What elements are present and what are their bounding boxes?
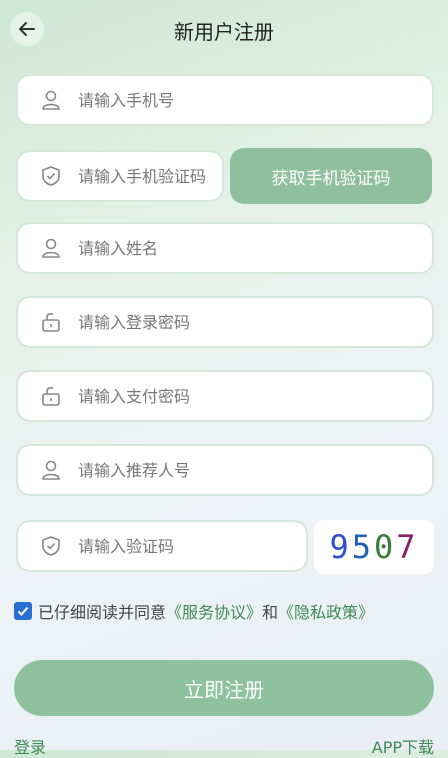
agreement-checkbox[interactable] — [14, 602, 32, 620]
login-password-input[interactable] — [76, 311, 432, 333]
captcha-image[interactable]: 9507 — [314, 520, 434, 574]
sms-code-input[interactable] — [76, 165, 222, 187]
referrer-input[interactable] — [76, 459, 432, 481]
name-input[interactable] — [76, 237, 432, 259]
get-sms-code-button[interactable]: 获取手机验证码 — [230, 148, 432, 204]
captcha-char: 0 — [374, 528, 397, 566]
lock-icon — [40, 384, 62, 408]
name-field[interactable] — [16, 222, 434, 274]
lock-icon — [40, 310, 62, 334]
app-download-link[interactable]: APP下载 — [372, 734, 434, 758]
captcha-char: 7 — [396, 528, 419, 566]
user-icon — [40, 458, 62, 482]
agreement-and: 和 — [262, 603, 279, 622]
pay-password-field[interactable] — [16, 370, 434, 422]
pay-password-input[interactable] — [76, 385, 432, 407]
agreement-row: 已仔细阅读并同意 《服务协议》 和 《隐私政策》 — [14, 598, 374, 624]
login-password-field[interactable] — [16, 296, 434, 348]
phone-field[interactable] — [16, 74, 434, 126]
referrer-field[interactable] — [16, 444, 434, 496]
user-icon — [40, 236, 62, 260]
shield-check-icon — [40, 534, 62, 558]
agreement-text: 已仔细阅读并同意 — [38, 603, 167, 622]
checkmark-icon — [17, 606, 29, 616]
captcha-char: 9 — [329, 528, 352, 566]
shield-check-icon — [40, 164, 62, 188]
user-icon — [40, 88, 62, 112]
captcha-char: 5 — [351, 528, 374, 566]
register-button[interactable]: 立即注册 — [14, 660, 434, 716]
page-title: 新用户注册 — [174, 20, 274, 44]
privacy-policy-link[interactable]: 《隐私政策》 — [278, 599, 374, 623]
captcha-field[interactable] — [16, 520, 308, 572]
header: 新用户注册 — [0, 0, 448, 58]
captcha-input[interactable] — [76, 535, 306, 557]
phone-input[interactable] — [76, 89, 432, 111]
service-agreement-link[interactable]: 《服务协议》 — [166, 599, 262, 623]
login-link[interactable]: 登录 — [14, 734, 46, 758]
sms-code-field[interactable] — [16, 150, 224, 202]
